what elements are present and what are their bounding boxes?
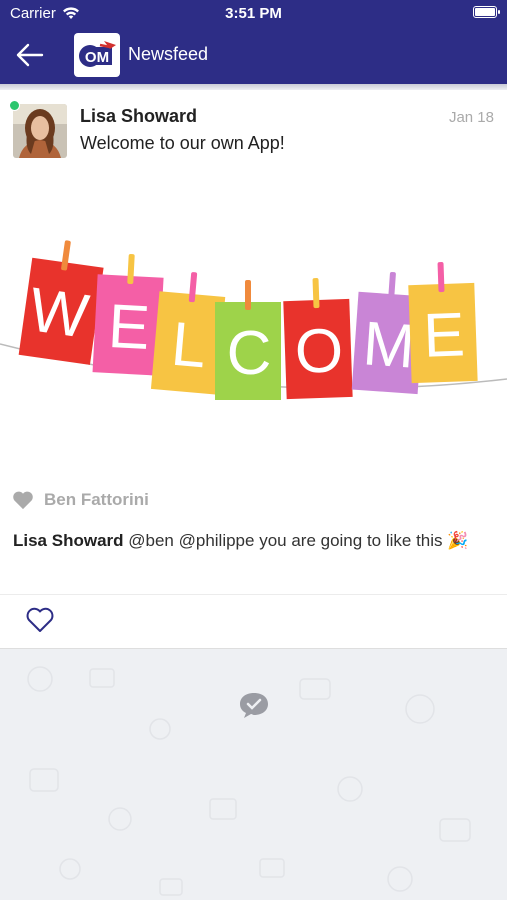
banner-letter: M (361, 309, 417, 381)
clothespin (437, 262, 445, 293)
post-author[interactable]: Lisa Showard (80, 106, 197, 127)
heart-outline-icon[interactable] (25, 606, 55, 634)
banner-letter: E (422, 300, 466, 370)
banner-letter: L (169, 310, 209, 382)
banner-letter: O (294, 316, 345, 387)
banner-letter: W (25, 275, 93, 352)
feed-background (0, 649, 507, 900)
comment: Lisa Showard @ben @philippe you are goin… (13, 528, 493, 554)
nav-bar: OM Newsfeed (0, 26, 507, 84)
page-title: Newsfeed (128, 44, 209, 64)
heart-filled-icon (13, 491, 33, 509)
chat-bubble-icon (240, 693, 268, 718)
status-time: 3:51 PM (225, 5, 282, 22)
avatar[interactable] (13, 104, 67, 158)
banner-letter: C (227, 319, 272, 388)
app-logo: OM (74, 33, 120, 77)
divider (0, 594, 507, 595)
post-card: Lisa Showard Jan 18 Welcome to our own A… (0, 90, 507, 649)
post-text: Welcome to our own App! (80, 133, 285, 153)
doodle-pattern (27, 666, 471, 896)
online-indicator (9, 100, 20, 111)
logo-text: OM (85, 49, 109, 66)
status-bar: Carrier 3:51 PM (0, 0, 507, 26)
likes-row[interactable]: Ben Fattorini (12, 490, 149, 510)
clothespin (312, 278, 320, 309)
clothespin (245, 280, 251, 310)
comment-author[interactable]: Lisa Showard (13, 531, 124, 550)
liked-by-name[interactable]: Ben Fattorini (44, 490, 149, 510)
banner-letter: E (106, 292, 151, 363)
comment-text: @ben @philippe you are going to like thi… (128, 531, 469, 550)
arrow-left-icon[interactable] (14, 40, 48, 70)
post-date: Jan 18 (448, 109, 494, 126)
battery-icon (473, 6, 500, 18)
